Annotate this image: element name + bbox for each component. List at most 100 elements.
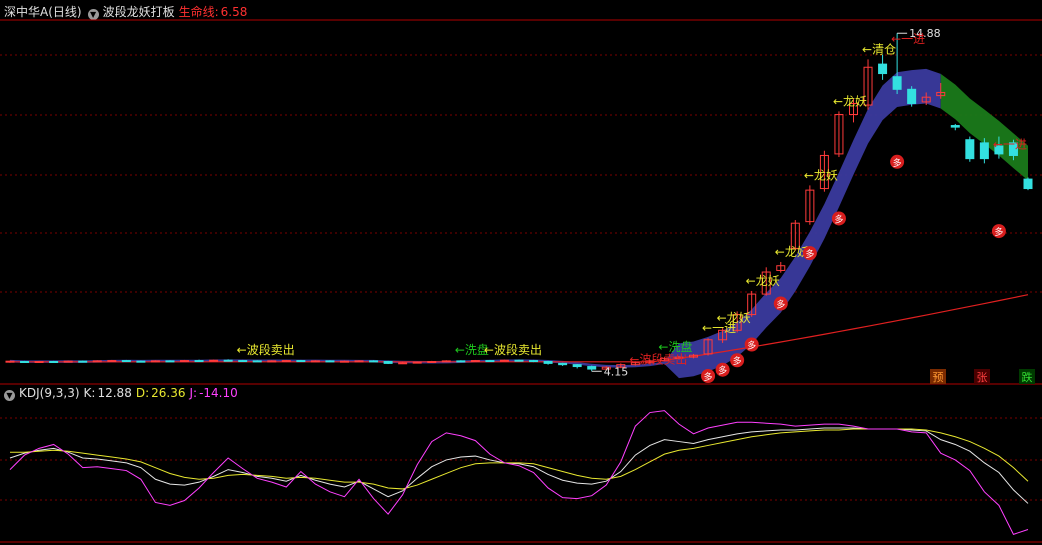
candle — [296, 359, 306, 363]
duo-badge: 多 — [991, 224, 1006, 239]
candle — [485, 359, 495, 363]
duo-badge: 多 — [701, 369, 716, 383]
chart-window: 深中华A(日线) ▼ 波段龙妖打板 生命线: 6.58 ▼ KDJ(9,3,3) K: 12.… — [0, 0, 1042, 545]
candle — [339, 360, 349, 363]
duo-badge-label: 多 — [733, 355, 742, 367]
bottom-tag: 张 — [977, 371, 988, 384]
candle-body — [136, 360, 146, 363]
candle-body — [529, 360, 539, 363]
candle — [20, 360, 30, 364]
candle-body — [180, 360, 190, 363]
candle — [456, 360, 466, 363]
candle — [470, 359, 480, 363]
candle — [49, 360, 59, 364]
chart-canvas[interactable]: 14.884.15←波段卖出 ←洗盘←波段卖出 ←洗盘←波段卖出←一进←龙妖←龙妖←… — [0, 0, 1042, 545]
candle — [950, 123, 960, 131]
candle — [63, 360, 73, 363]
candle-body — [20, 361, 30, 364]
signal-label: ←龙妖 — [833, 94, 867, 108]
candle-body — [267, 360, 277, 363]
signal-label: ←波段卖出 — [237, 342, 295, 357]
candle-body — [427, 361, 437, 364]
candle-body — [34, 361, 44, 364]
candle-body — [514, 359, 524, 362]
candle-body — [441, 360, 451, 363]
candle — [150, 360, 160, 363]
candle-body — [49, 361, 59, 364]
candle — [805, 185, 815, 225]
duo-badge-label: 多 — [718, 365, 727, 377]
candle-body — [5, 360, 15, 363]
duo-badge-label: 多 — [893, 157, 902, 169]
candle — [310, 360, 320, 363]
candle — [354, 360, 364, 363]
candle-body — [354, 360, 364, 363]
kdj-series-d — [10, 428, 1029, 490]
signal-label: ←波段卖出 — [484, 342, 542, 357]
duo-badge: 多 — [744, 337, 759, 352]
candle — [441, 360, 451, 363]
candle — [180, 359, 190, 363]
candle-body — [558, 362, 568, 366]
candle — [878, 54, 888, 80]
candle — [907, 86, 917, 107]
candle-body — [878, 63, 888, 75]
candle-body — [78, 360, 88, 363]
candle — [543, 360, 553, 365]
candle-body — [107, 360, 117, 363]
candle-body — [209, 359, 219, 362]
candle-body — [252, 360, 262, 363]
candle — [529, 359, 539, 363]
candle-body — [907, 88, 917, 104]
candle — [121, 359, 131, 363]
candle — [107, 359, 117, 363]
candle — [965, 136, 975, 162]
candle — [238, 359, 248, 363]
kdj-series-j — [9, 410, 1029, 535]
candle — [383, 360, 393, 365]
candle-body — [325, 360, 335, 363]
candle-body — [1023, 178, 1033, 190]
duo-badge: 多 — [802, 246, 817, 261]
signal-label: ←一进 — [891, 32, 925, 46]
candle — [1023, 177, 1033, 191]
candle — [78, 360, 88, 363]
candle — [209, 359, 219, 362]
candle-body — [92, 360, 102, 363]
candle-body — [485, 360, 495, 363]
duo-badge: 多 — [730, 353, 745, 368]
candle-body — [369, 360, 379, 363]
signal-label: ←龙妖 — [717, 311, 751, 325]
duo-badge: 多 — [715, 362, 730, 377]
candle-body — [310, 360, 320, 363]
candle — [412, 361, 422, 364]
candle-body — [150, 360, 160, 363]
candle — [252, 360, 262, 363]
candle — [572, 364, 582, 369]
candle — [34, 360, 44, 364]
candle-body — [587, 366, 597, 370]
signal-label: ←龙妖 — [804, 168, 838, 182]
candle-body — [892, 76, 902, 90]
signal-label: ←龙妖 — [746, 274, 780, 288]
bottom-tag: 预 — [933, 371, 944, 384]
candle — [514, 359, 524, 362]
candle-body — [194, 360, 204, 363]
candle-body — [543, 361, 553, 364]
candle-body — [121, 360, 131, 363]
duo-badge-label: 多 — [704, 371, 713, 383]
price-low-label: 4.15 — [604, 365, 629, 378]
duo-badge: 多 — [831, 211, 846, 226]
candle — [281, 359, 291, 363]
candle — [587, 365, 597, 372]
candle — [558, 362, 568, 366]
duo-badge: 多 — [890, 154, 905, 169]
candle — [5, 360, 15, 363]
candle-body — [965, 139, 975, 160]
candle-body — [281, 360, 291, 363]
candle — [369, 360, 379, 363]
candle-body — [456, 360, 466, 363]
duo-badge-label: 多 — [834, 213, 843, 225]
candle — [325, 360, 335, 363]
candle-body — [572, 364, 582, 368]
